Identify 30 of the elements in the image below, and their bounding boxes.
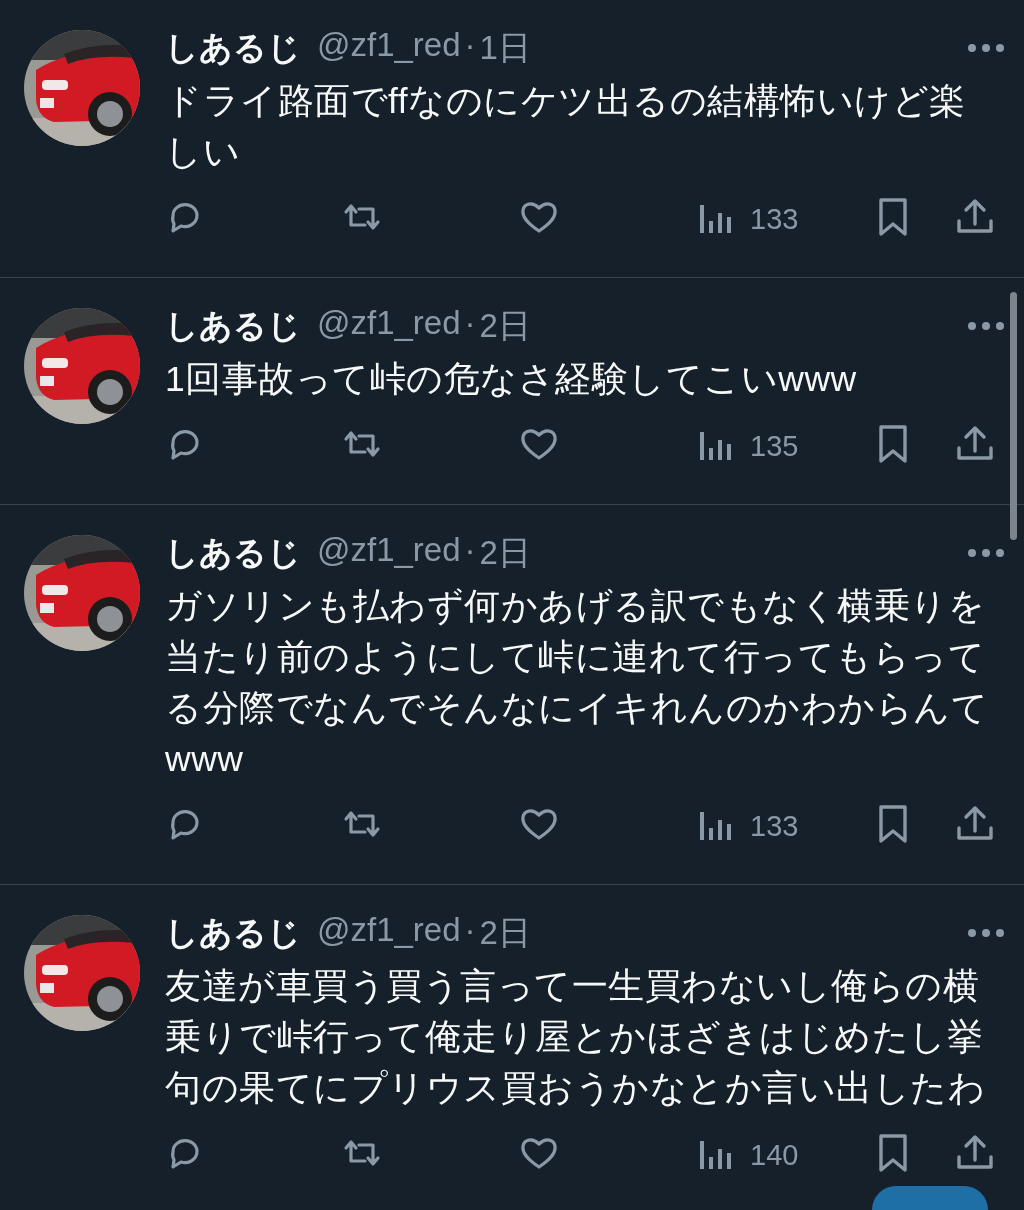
more-icon[interactable] xyxy=(966,43,1006,53)
author-handle[interactable]: @zf1_red xyxy=(317,303,461,349)
post-text: 友達が車買う買う言って一生買わないし俺らの横乗りで峠行って俺走り屋とかほざきはじめたし挙句の果てにプリウス買おうかなとか言い出したわ xyxy=(165,965,986,1110)
author-name[interactable]: しあるじ xyxy=(165,530,301,576)
more-icon[interactable] xyxy=(966,548,1006,558)
post-text: ガソリンも払わず何かあげる訳でもなく横乗りを当たり前のようにして峠に連れて行ってもらってる分際でなんでそんなにイキれんのかわからんてwww xyxy=(165,585,989,781)
author-name[interactable]: しあるじ xyxy=(165,303,301,349)
author-name[interactable]: しあるじ xyxy=(165,910,301,956)
separator: · xyxy=(464,303,476,343)
separator: · xyxy=(464,25,476,65)
view-count: 135 xyxy=(750,429,799,463)
post-time[interactable]: 2日 xyxy=(479,910,531,956)
scrollbar[interactable] xyxy=(1010,292,1017,540)
post-time[interactable]: 2日 xyxy=(479,303,531,349)
separator: · xyxy=(464,910,476,950)
separator: · xyxy=(464,530,476,570)
view-count: 140 xyxy=(750,1138,799,1172)
post-time[interactable]: 1日 xyxy=(479,25,531,71)
compose-button[interactable] xyxy=(872,1186,988,1210)
post-text: ドライ路面でffなのにケツ出るの結構怖いけど楽しい xyxy=(165,80,967,174)
author-handle[interactable]: @zf1_red xyxy=(317,910,461,956)
more-icon[interactable] xyxy=(966,321,1006,331)
view-count: 133 xyxy=(750,809,799,843)
author-name[interactable]: しあるじ xyxy=(165,25,301,71)
view-count: 133 xyxy=(750,202,799,236)
author-handle[interactable]: @zf1_red xyxy=(317,530,461,576)
post-time[interactable]: 2日 xyxy=(479,530,531,576)
post-text: 1回事故って峠の危なさ経験してこいwww xyxy=(165,358,858,401)
author-handle[interactable]: @zf1_red xyxy=(317,25,461,71)
more-icon[interactable] xyxy=(966,928,1006,938)
